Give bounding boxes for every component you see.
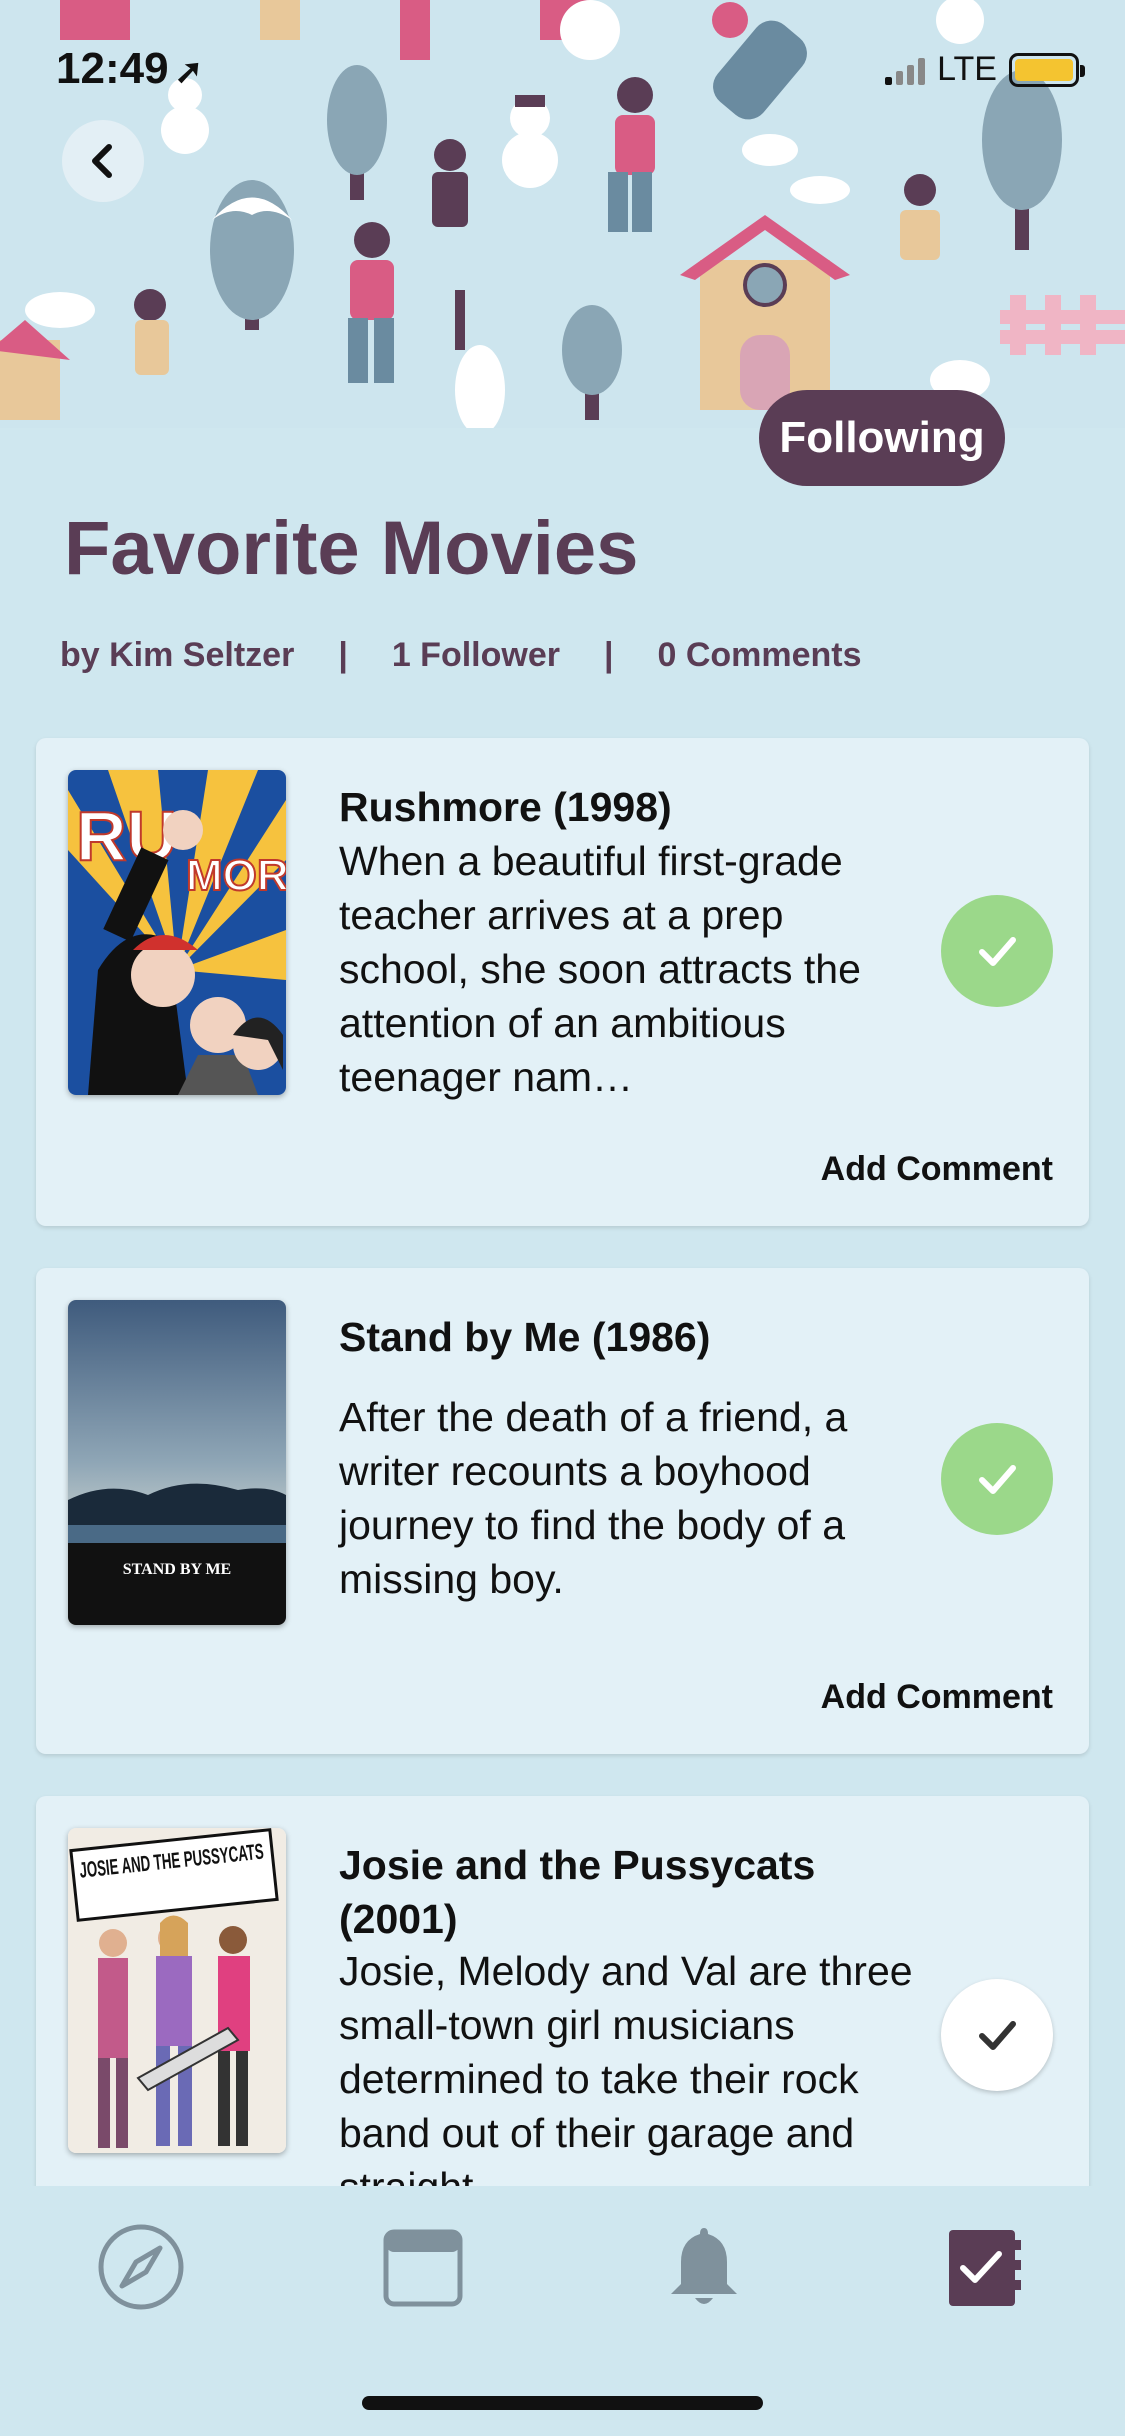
status-indicators: LTE <box>885 50 1085 89</box>
tab-lists[interactable] <box>378 2222 468 2312</box>
followers-count[interactable]: 1 Follower <box>392 636 560 675</box>
watched-toggle[interactable] <box>941 1423 1053 1535</box>
bell-icon <box>671 2228 737 2304</box>
separator: | <box>338 636 348 674</box>
status-bar: 12:49 ➚ LTE <box>0 0 1125 140</box>
tab-notifications[interactable] <box>659 2222 749 2312</box>
movie-poster-rushmore: RU MORE <box>68 770 286 1095</box>
back-button[interactable] <box>62 120 144 202</box>
network-label: LTE <box>937 50 997 88</box>
movie-card[interactable]: RU MORE Rushmore (1998) When a beautiful… <box>36 738 1089 1226</box>
compass-icon <box>98 2224 184 2310</box>
poster-title-text: STAND BY ME <box>123 1561 231 1578</box>
home-indicator[interactable] <box>362 2396 763 2410</box>
tab-my-lists[interactable] <box>939 2222 1029 2312</box>
add-comment-button[interactable]: Add Comment <box>821 1678 1053 1717</box>
checklist-icon <box>949 2230 1021 2306</box>
checkmark-icon <box>979 1465 1016 1494</box>
separator: | <box>603 636 614 674</box>
checkmark-icon <box>979 2021 1016 2050</box>
location-arrow-icon: ➚ <box>174 53 204 91</box>
clock-text: 12:49 <box>56 44 169 93</box>
chevron-left-icon <box>92 144 112 178</box>
movie-title[interactable]: Stand by Me (1986) <box>339 1310 899 1364</box>
checkmark-icon <box>979 937 1016 966</box>
tab-explore[interactable] <box>96 2222 186 2312</box>
watched-toggle[interactable] <box>941 1979 1053 2091</box>
movie-description: After the death of a friend, a writer re… <box>339 1394 848 1602</box>
author-link[interactable]: by Kim Seltzer <box>60 636 294 675</box>
movie-description: When a beautiful first-grade teacher arr… <box>339 838 861 1100</box>
movie-poster-stand-by-me: STAND BY ME <box>68 1300 286 1625</box>
movie-card[interactable]: STAND BY ME Stand by Me (1986) After the… <box>36 1268 1089 1754</box>
movie-title[interactable]: Rushmore (1998) <box>339 780 899 834</box>
movie-description: Josie, Melody and Val are three small-to… <box>339 1948 913 2210</box>
following-button[interactable]: Following <box>759 390 1005 486</box>
browser-icon <box>383 2229 463 2307</box>
add-comment-button[interactable]: Add Comment <box>821 1150 1053 1189</box>
comments-count[interactable]: 0 Comments <box>657 636 861 675</box>
signal-icon <box>885 55 926 85</box>
watched-toggle[interactable] <box>941 895 1053 1007</box>
movie-poster-josie: JOSIE AND THE PUSSYCATS <box>68 1828 286 2153</box>
list-meta: by Kim Seltzer | 1 Follower | 0 Comments <box>60 636 862 675</box>
svg-text:MORE: MORE <box>186 851 286 900</box>
battery-icon <box>1009 52 1085 87</box>
status-time: 12:49 ➚ <box>56 44 203 94</box>
list-title: Favorite Movies <box>64 506 639 591</box>
movie-title[interactable]: Josie and the Pussycats (2001) <box>339 1838 899 1946</box>
